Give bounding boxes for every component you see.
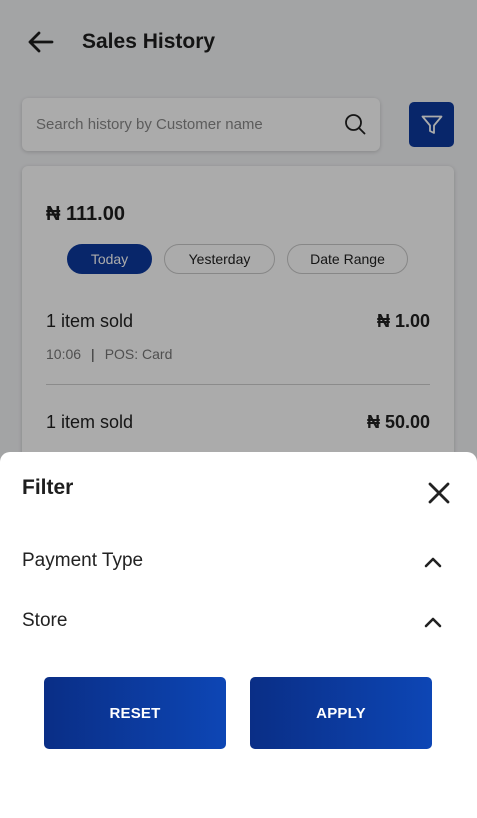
apply-button[interactable]: APPLY <box>250 677 432 749</box>
store-label: Store <box>22 610 68 631</box>
close-icon <box>428 482 450 504</box>
chevron-up-icon[interactable] <box>423 552 443 572</box>
chevron-up-icon[interactable] <box>423 612 443 632</box>
store-section[interactable]: Store <box>22 604 455 638</box>
reset-button[interactable]: RESET <box>44 677 226 749</box>
payment-type-section[interactable]: Payment Type <box>22 544 455 578</box>
filter-title: Filter <box>22 476 74 499</box>
filter-bottom-sheet: Filter Payment Type Store RESET APPLY <box>0 452 477 818</box>
close-button[interactable] <box>424 478 454 508</box>
payment-type-label: Payment Type <box>22 550 144 571</box>
